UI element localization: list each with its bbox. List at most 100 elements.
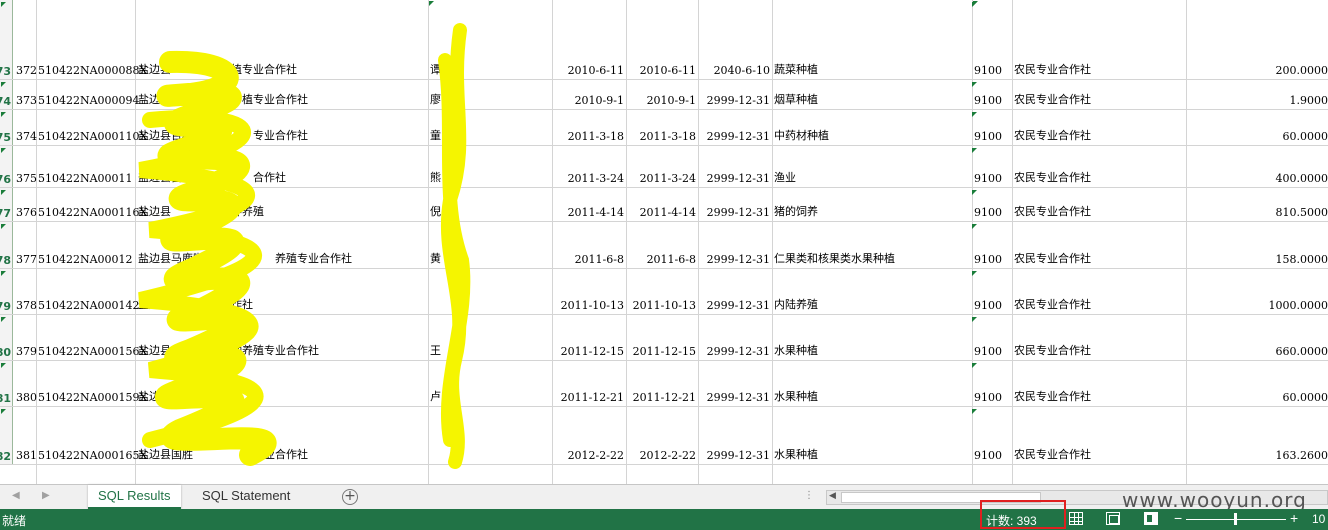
cell-reg[interactable]: 2012-2-22 <box>626 449 696 462</box>
cell-name[interactable]: 盐边县 作社 <box>138 296 428 312</box>
cell-idx[interactable]: 374 <box>16 130 37 143</box>
cell-scope[interactable]: 烟草种植 <box>774 91 970 107</box>
cell-start[interactable]: 2011-6-8 <box>552 253 624 266</box>
scroll-left-icon[interactable]: ◀ <box>829 491 836 501</box>
cell-name[interactable]: 盐边县 种养殖 <box>138 203 428 219</box>
cell-type[interactable]: 农民专业合作社 <box>1014 296 1184 312</box>
zoom-in-button[interactable]: + <box>1290 510 1298 526</box>
cell-reg[interactable]: 2011-3-24 <box>626 172 696 185</box>
cell-scope[interactable]: 中药材种植 <box>774 127 970 143</box>
cell-type[interactable]: 农民专业合作社 <box>1014 446 1184 462</box>
zoom-out-button[interactable]: − <box>1174 510 1182 526</box>
cell-capital[interactable]: 60.0000 <box>1186 391 1328 404</box>
cell-code[interactable]: 510422NA000142X <box>38 299 147 312</box>
table-row[interactable]: 77376510422NA000116X盐边县种养殖倪2011-4-142011… <box>0 188 1328 222</box>
cell-idx[interactable]: 377 <box>16 253 37 266</box>
cell-name[interactable]: 盐边县富乐 合作社 <box>138 169 428 185</box>
cell-code[interactable]: 510422NA000159X <box>38 391 147 404</box>
table-row[interactable]: 73372510422NA000088X盐边县植专业合作社谭2010-6-112… <box>0 0 1328 80</box>
page-break-icon[interactable] <box>1144 512 1158 525</box>
cell-capital[interactable]: 1000.0000 <box>1186 299 1328 312</box>
cell-end[interactable]: 2999-12-31 <box>698 172 770 185</box>
cell-idx[interactable]: 379 <box>16 345 37 358</box>
cell-start[interactable]: 2011-4-14 <box>552 206 624 219</box>
cell-type[interactable]: 农民专业合作社 <box>1014 61 1184 77</box>
cell-person[interactable]: 熊 <box>430 169 550 185</box>
cell-reg[interactable]: 2010-9-1 <box>626 94 696 107</box>
cell-type[interactable]: 农民专业合作社 <box>1014 91 1184 107</box>
cell-start[interactable]: 2012-2-22 <box>552 449 624 462</box>
nav-right-icon[interactable]: ▶ <box>42 490 50 501</box>
cell-end[interactable]: 2999-12-31 <box>698 94 770 107</box>
cell-idx[interactable]: 376 <box>16 206 37 219</box>
cell-capital[interactable]: 660.0000 <box>1186 345 1328 358</box>
cell-end[interactable]: 2999-12-31 <box>698 206 770 219</box>
cell-scope[interactable]: 仁果类和核果类水果种植 <box>774 250 970 266</box>
cell-reg[interactable]: 2011-10-13 <box>626 299 696 312</box>
cell-zip[interactable]: 9100 <box>974 206 1010 219</box>
cell-start[interactable]: 2010-9-1 <box>552 94 624 107</box>
cell-idx[interactable]: 381 <box>16 449 37 462</box>
cell-zip[interactable]: 9100 <box>974 172 1010 185</box>
cell-start[interactable]: 2011-3-24 <box>552 172 624 185</box>
cell-start[interactable]: 2010-6-11 <box>552 64 624 77</box>
cell-reg[interactable]: 2010-6-11 <box>626 64 696 77</box>
cell-scope[interactable]: 蔬菜种植 <box>774 61 970 77</box>
cell-end[interactable]: 2999-12-31 <box>698 345 770 358</box>
cell-start[interactable]: 2011-3-18 <box>552 130 624 143</box>
cell-zip[interactable]: 9100 <box>974 253 1010 266</box>
cell-person[interactable]: 廖 <box>430 91 550 107</box>
table-row[interactable]: 80379510422NA000156X盐边县种养殖专业合作社王2011-12-… <box>0 315 1328 361</box>
cell-end[interactable]: 2040-6-10 <box>698 64 770 77</box>
zoom-level[interactable]: 10 <box>1312 512 1325 526</box>
cell-code[interactable]: 510422NA000156X <box>38 345 147 358</box>
cell-name[interactable]: 盐边县 植专业合作社 <box>138 61 428 77</box>
cell-capital[interactable]: 60.0000 <box>1186 130 1328 143</box>
zoom-slider-thumb[interactable] <box>1234 513 1237 525</box>
cell-type[interactable]: 农民专业合作社 <box>1014 203 1184 219</box>
cell-type[interactable]: 农民专业合作社 <box>1014 169 1184 185</box>
cell-reg[interactable]: 2011-4-14 <box>626 206 696 219</box>
table-row[interactable]: 78377510422NA00012盐边县马鹿咖啡养殖专业合作社黄2011-6-… <box>0 222 1328 269</box>
cell-type[interactable]: 农民专业合作社 <box>1014 250 1184 266</box>
cell-code[interactable]: 510422NA000088X <box>38 64 147 77</box>
cell-name[interactable]: 盐边县马鹿咖啡 养殖专业合作社 <box>138 250 428 266</box>
cell-zip[interactable]: 9100 <box>974 345 1010 358</box>
cell-person[interactable]: 卢 <box>430 388 550 404</box>
cell-code[interactable]: 510422NA000116X <box>38 206 147 219</box>
tab-splitter-icon[interactable]: ⋮ <box>804 490 814 501</box>
cell-name[interactable]: 盐边县百林 专业合作社 <box>138 127 428 143</box>
row-header[interactable]: 82 <box>0 407 13 464</box>
cell-end[interactable]: 2999-12-31 <box>698 130 770 143</box>
cell-end[interactable]: 2999-12-31 <box>698 253 770 266</box>
normal-view-icon[interactable] <box>1069 512 1083 525</box>
cell-capital[interactable]: 1.9000 <box>1186 94 1328 107</box>
table-row[interactable]: 82381510422NA000165X盐边县国胜专业合作社2012-2-222… <box>0 407 1328 465</box>
cell-idx[interactable]: 373 <box>16 94 37 107</box>
cell-zip[interactable]: 9100 <box>974 449 1010 462</box>
cell-zip[interactable]: 9100 <box>974 130 1010 143</box>
cell-capital[interactable]: 810.5000 <box>1186 206 1328 219</box>
row-header[interactable]: 73 <box>0 0 13 79</box>
tab-sql-results[interactable]: SQL Results <box>88 485 181 509</box>
cell-capital[interactable]: 200.0000 <box>1186 64 1328 77</box>
nav-left-icon[interactable]: ◀ <box>12 490 20 501</box>
cell-name[interactable]: 盐边县 种养殖专业合作社 <box>138 342 428 358</box>
cell-idx[interactable]: 372 <box>16 64 37 77</box>
cell-zip[interactable]: 9100 <box>974 299 1010 312</box>
page-layout-icon[interactable] <box>1106 512 1120 525</box>
table-row[interactable]: 79 378510422NA000142X盐边县 作社 2011-10-132011-… <box>0 269 1328 315</box>
cell-type[interactable]: 农民专业合作社 <box>1014 342 1184 358</box>
cell-scope[interactable]: 水果种植 <box>774 446 970 462</box>
table-row[interactable]: 81380510422NA000159X盐边县卢2011-12-212011-1… <box>0 361 1328 407</box>
cell-code[interactable]: 510422NA00011 <box>38 172 134 185</box>
cell-zip[interactable]: 9100 <box>974 94 1010 107</box>
cell-person[interactable]: 倪 <box>430 203 550 219</box>
cell-end[interactable]: 2999-12-31 <box>698 391 770 404</box>
cell-scope[interactable]: 内陆养殖 <box>774 296 970 312</box>
add-sheet-icon[interactable]: + <box>342 489 358 505</box>
cell-start[interactable]: 2011-12-15 <box>552 345 624 358</box>
cell-person[interactable]: 谭 <box>430 61 550 77</box>
cell-zip[interactable]: 9100 <box>974 64 1010 77</box>
cell-capital[interactable]: 400.0000 <box>1186 172 1328 185</box>
